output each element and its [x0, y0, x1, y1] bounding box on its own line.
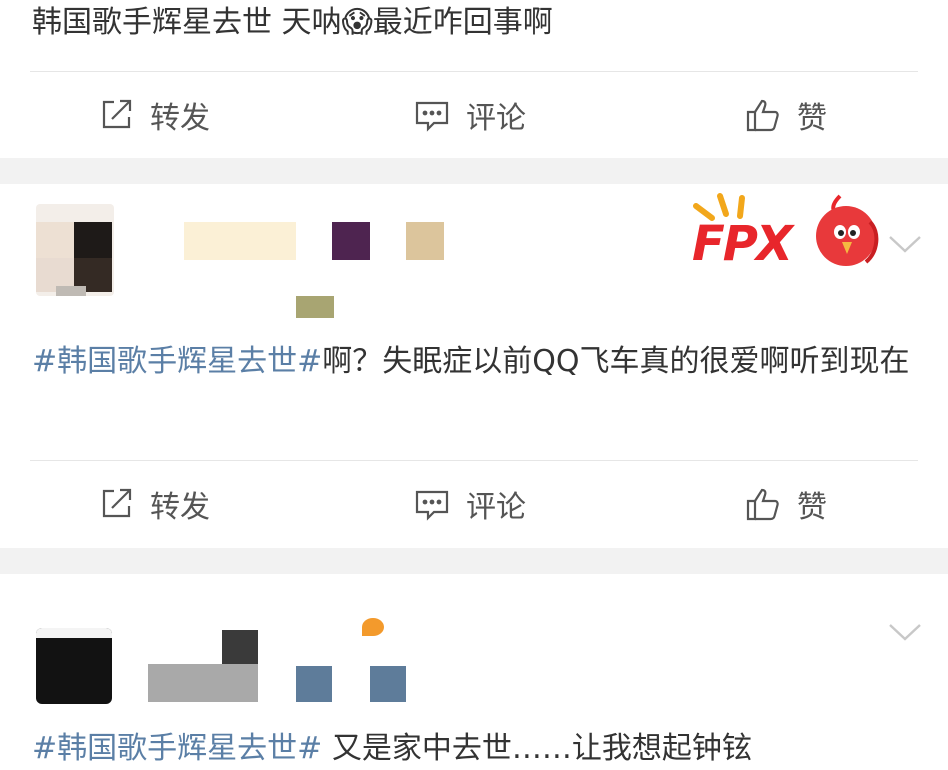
post-text: 韩国歌手辉星去世 天呐😱最近咋回事啊: [32, 5, 553, 40]
avatar[interactable]: [36, 204, 114, 296]
avatar[interactable]: [36, 628, 112, 704]
feed-separator: [0, 548, 948, 574]
repost-label: 转发: [150, 490, 210, 525]
hashtag-link[interactable]: #韩国歌手辉星去世#: [32, 731, 322, 766]
comment-label: 评论: [466, 490, 526, 525]
post-meta: [296, 296, 334, 318]
flame-icon: [362, 618, 384, 636]
fpx-badge[interactable]: FPX: [690, 192, 880, 280]
repost-icon: [102, 488, 132, 518]
action-bar: 转发 评论 赞: [0, 461, 948, 547]
action-bar: 转发 评论 赞: [0, 72, 948, 158]
user-level-badge: [406, 222, 444, 260]
comment-label: 评论: [466, 101, 526, 136]
repost-icon: [102, 99, 132, 129]
repost-button[interactable]: 转发: [98, 461, 210, 547]
like-icon: [746, 488, 779, 521]
chevron-down-icon[interactable]: [888, 622, 922, 642]
comment-icon: [415, 101, 449, 132]
username[interactable]: [184, 222, 296, 260]
repost-label: 转发: [150, 101, 210, 136]
like-button[interactable]: 赞: [745, 72, 827, 158]
vip-badge: [370, 666, 406, 702]
comment-button[interactable]: 评论: [414, 461, 526, 547]
user-badge: [222, 630, 258, 664]
comment-button[interactable]: 评论: [414, 72, 526, 158]
post-1: 韩国歌手辉星去世 天呐😱最近咋回事啊 转发 评论 赞: [0, 0, 948, 158]
post-2: FPX #韩国歌手辉星去世#啊？失眠症以前QQ飞车真的很爱啊听到现在 转发 评论…: [0, 184, 948, 548]
post-text: #韩国歌手辉星去世# 又是家中去世……让我想起钟铉: [32, 731, 752, 766]
like-button[interactable]: 赞: [745, 461, 827, 547]
feed-separator: [0, 158, 948, 184]
like-label: 赞: [797, 490, 827, 525]
post-3: #韩国歌手辉星去世# 又是家中去世……让我想起钟铉: [0, 574, 948, 770]
like-label: 赞: [797, 101, 827, 136]
comment-icon: [415, 490, 449, 521]
repost-button[interactable]: 转发: [98, 72, 210, 158]
user-badge: [332, 222, 370, 260]
user-level-badge: [296, 666, 332, 702]
hashtag-link[interactable]: #韩国歌手辉星去世#: [32, 344, 322, 379]
chevron-down-icon[interactable]: [888, 234, 922, 254]
like-icon: [746, 99, 779, 132]
username[interactable]: [148, 664, 258, 702]
fpx-logo-text: FPX: [692, 216, 793, 272]
post-text: #韩国歌手辉星去世#啊？失眠症以前QQ飞车真的很爱啊听到现在: [32, 344, 910, 379]
